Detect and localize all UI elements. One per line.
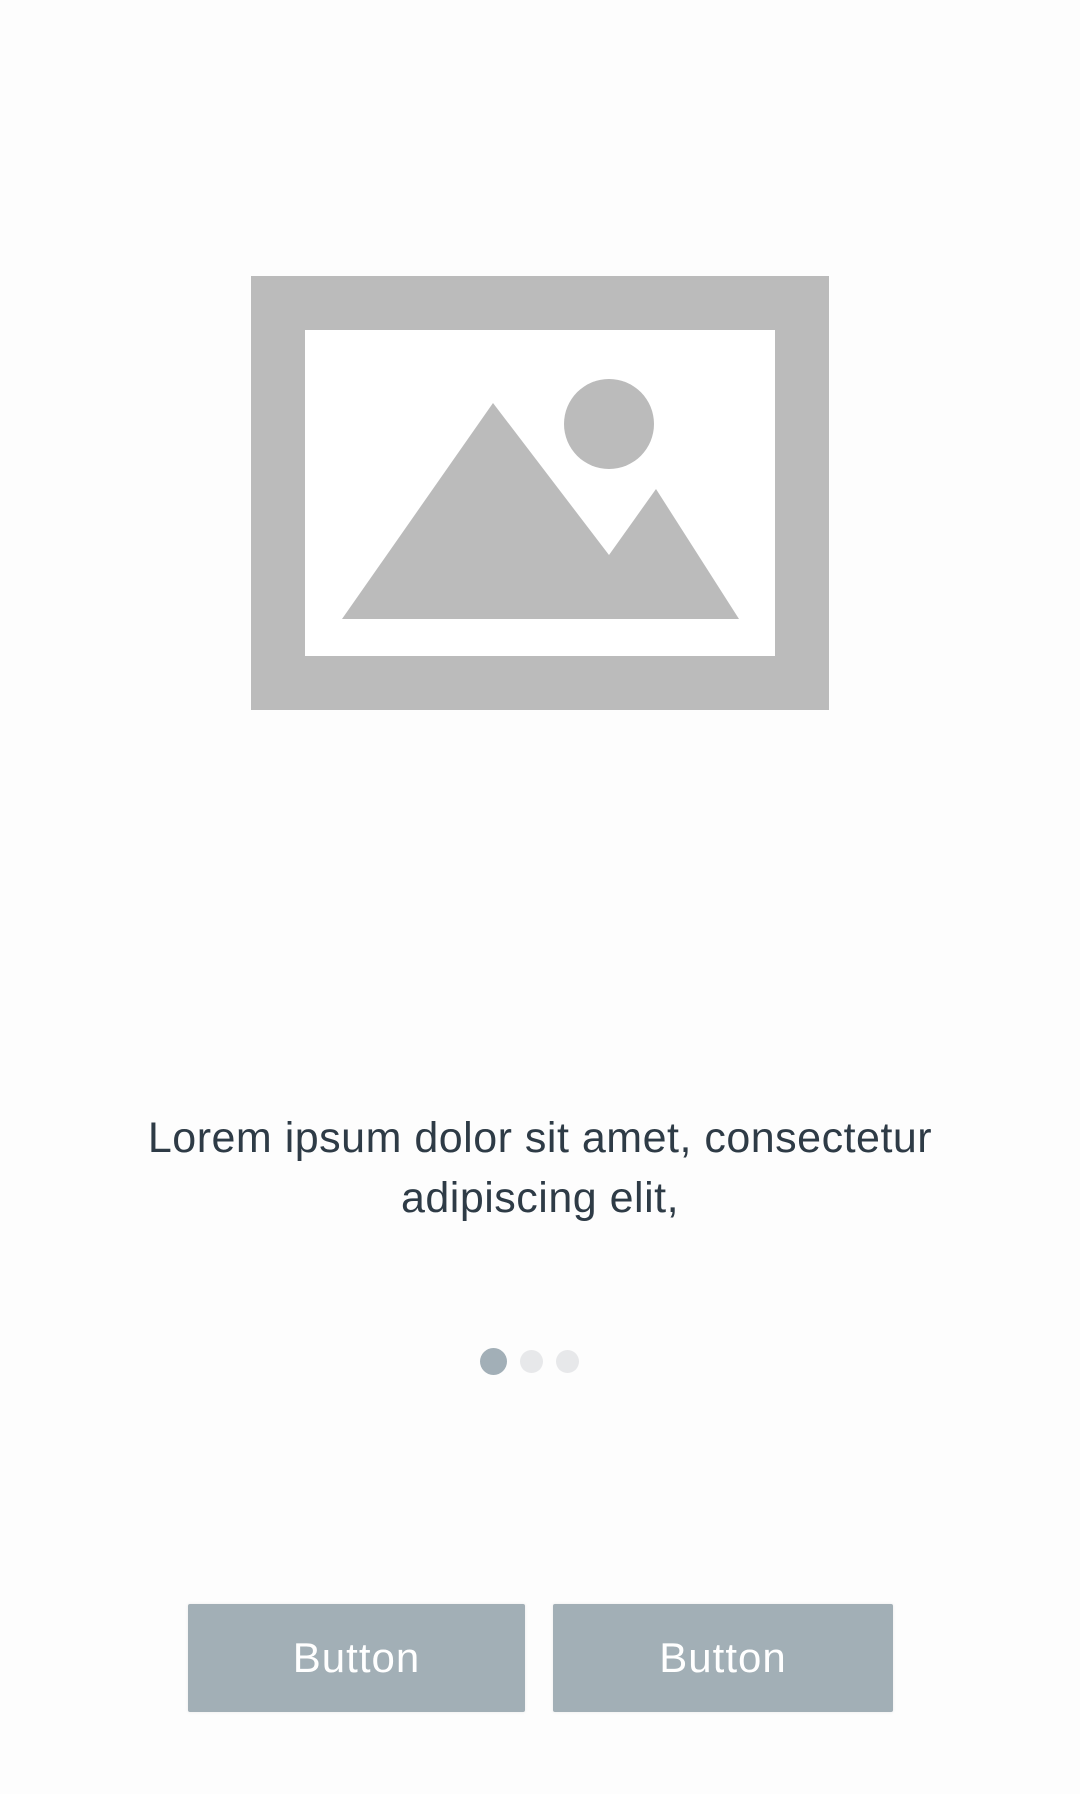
page-dot-2[interactable]: [520, 1349, 543, 1373]
description-line-2: adipiscing elit,: [400, 1174, 680, 1222]
onboarding-description: Lorem ipsum dolor sit amet, consectetur …: [90, 1108, 990, 1228]
onboarding-screen: Lorem ipsum dolor sit amet, consectetur …: [0, 0, 1080, 1794]
right-action-button[interactable]: Button: [553, 1604, 893, 1712]
page-indicator: [480, 1347, 579, 1375]
page-dot-3[interactable]: [556, 1349, 579, 1373]
mountain-sun-icon: [342, 379, 739, 619]
description-line-1: Lorem ipsum dolor sit amet, consectetur: [147, 1114, 933, 1162]
image-placeholder-icon: [251, 276, 829, 710]
page-dot-1-active[interactable]: [480, 1347, 507, 1375]
left-action-button[interactable]: Button: [188, 1604, 525, 1712]
image-placeholder-frame: [305, 330, 775, 656]
